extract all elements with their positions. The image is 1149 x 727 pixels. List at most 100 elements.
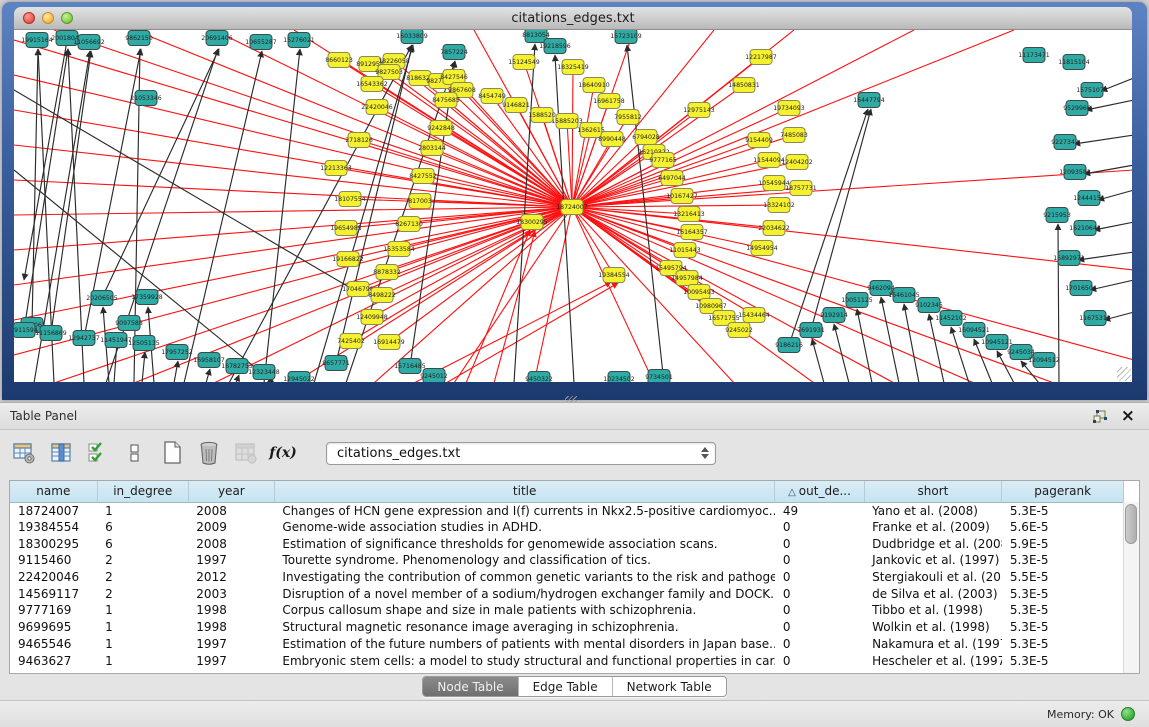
table-row[interactable]: 911546021997Tourette syndrome. Phenomeno… [10, 552, 1124, 569]
graph-edge[interactable] [524, 62, 572, 207]
table-settings-icon[interactable] [12, 441, 36, 465]
table-row[interactable]: 1830029562008Estimation of significance … [10, 535, 1124, 552]
graph-node[interactable]: 16447794 [853, 93, 885, 108]
column-header-year[interactable]: year [188, 481, 274, 502]
graph-edge[interactable] [236, 375, 239, 382]
graph-node[interactable]: 15723109 [610, 30, 642, 44]
graph-node[interactable]: 9102345 [915, 298, 943, 313]
memory-status-indicator[interactable] [1121, 707, 1135, 721]
graph-node[interactable]: 12093582 [1059, 165, 1091, 180]
table-row[interactable]: 946362711997Embryonic stem cells: a mode… [10, 652, 1124, 669]
graph-node[interactable]: 15353584 [383, 242, 415, 257]
graph-node[interactable]: 9242848 [427, 121, 455, 136]
tab-network-table[interactable]: Network Table [613, 677, 726, 696]
graph-node[interactable]: 11173471 [1018, 48, 1050, 63]
graph-node[interactable]: 16094521 [958, 323, 990, 338]
graph-node[interactable]: 12404202 [781, 155, 813, 170]
graph-node[interactable]: 14954954 [746, 241, 778, 256]
delete-table-icon[interactable] [197, 441, 221, 465]
graph-node[interactable]: 15434464 [738, 308, 770, 323]
graph-node[interactable]: 13216413 [673, 207, 705, 222]
table-selector-dropdown[interactable]: citations_edges.txt [326, 442, 716, 465]
graph-edge[interactable] [184, 51, 262, 382]
graph-node[interactable]: 9245012 [420, 369, 448, 383]
table-row[interactable]: 2242004622012Investigating the contribut… [10, 569, 1124, 586]
graph-node[interactable]: 14957984 [671, 271, 703, 286]
graph-edge[interactable] [446, 283, 618, 382]
graph-node[interactable]: 9734501 [645, 370, 673, 383]
graph-node[interactable]: 3911594 [14, 323, 38, 338]
tab-node-table[interactable]: Node Table [423, 677, 518, 696]
graph-node[interactable]: 18724007 [556, 200, 588, 215]
table-row[interactable]: 1938455462009Genome-wide association stu… [10, 519, 1124, 536]
graph-node[interactable]: 2718126 [345, 133, 373, 148]
graph-node[interactable]: 19734093 [773, 101, 805, 116]
graph-edge[interactable] [414, 282, 611, 382]
graph-edge[interactable] [51, 51, 91, 333]
graph-node[interactable]: 12323448 [248, 365, 280, 380]
graph-node[interactable]: 9215953 [1043, 208, 1071, 223]
column-header-pagerank[interactable]: pagerank [1002, 481, 1124, 502]
graph-node[interactable]: 817003 [408, 194, 432, 209]
graph-node[interactable]: 20206505 [86, 291, 118, 306]
graph-node[interactable]: 12975143 [683, 103, 715, 118]
graph-edge[interactable] [572, 30, 714, 207]
graph-node[interactable]: 9777165 [649, 153, 677, 168]
graph-node[interactable]: 8427552 [409, 169, 437, 184]
table-row[interactable]: 977716911998Corpus callosum shape and si… [10, 602, 1124, 619]
graph-node[interactable]: 16164357 [676, 225, 708, 240]
graph-node[interactable]: 9245022 [725, 323, 753, 338]
graph-edge[interactable] [14, 110, 572, 207]
graph-node[interactable]: 10234502 [603, 372, 635, 383]
graph-node[interactable]: 12213363 [320, 161, 352, 176]
graph-edge[interactable] [904, 304, 919, 382]
graph-node[interactable]: 8878332 [373, 265, 401, 280]
graph-edge[interactable] [229, 45, 412, 382]
graph-node[interactable]: 22034622 [758, 221, 790, 236]
graph-node[interactable]: 18300295 [516, 215, 548, 230]
float-panel-icon[interactable] [1093, 410, 1107, 423]
graph-node[interactable]: 14850831 [728, 78, 760, 93]
graph-node[interactable]: 8660123 [325, 53, 353, 68]
graph-node[interactable]: 12945022 [283, 372, 315, 383]
graph-edge[interactable] [14, 40, 572, 207]
graph-node[interactable]: 9529966 [1063, 101, 1091, 116]
graph-node[interactable]: 16914479 [373, 335, 405, 350]
column-header-short[interactable]: short [864, 481, 1002, 502]
graph-edge[interactable] [834, 324, 849, 382]
table-row[interactable]: 946554611997Estimation of the future num… [10, 636, 1124, 653]
graph-node[interactable]: 8475685 [432, 93, 460, 108]
graph-node[interactable]: 20691406 [201, 31, 233, 46]
function-builder-icon[interactable]: f(x) [271, 441, 295, 465]
graph-node[interactable]: 10051125 [841, 293, 873, 308]
graph-node[interactable]: 7485083 [780, 128, 808, 143]
graph-node[interactable]: 7691931 [797, 323, 825, 338]
graph-edge[interactable] [466, 230, 530, 382]
select-column-icon[interactable] [49, 441, 73, 465]
graph-node[interactable]: 8498222 [368, 288, 396, 303]
graph-node[interactable]: 9862150 [125, 31, 153, 46]
graph-node[interactable]: 13324102 [763, 198, 795, 213]
graph-node[interactable]: 9450322 [525, 372, 553, 383]
graph-node[interactable]: 11815104 [1058, 55, 1090, 70]
graph-edge[interactable] [555, 55, 574, 382]
graph-node[interactable]: 1588520 [528, 108, 556, 123]
graph-edge[interactable] [24, 30, 69, 280]
graph-node[interactable]: 18640910 [578, 78, 610, 93]
graph-node[interactable]: 12094512 [1028, 353, 1060, 368]
graph-node[interactable]: 15124549 [508, 55, 540, 70]
graph-edge[interactable] [174, 361, 178, 382]
graph-node[interactable]: 12505135 [128, 336, 160, 351]
graph-node[interactable]: 8990448 [598, 132, 626, 147]
graph-edge[interactable] [494, 231, 535, 382]
graph-node[interactable]: 16961758 [593, 94, 625, 109]
table-row[interactable]: 969969511998Structural magnetic resonanc… [10, 619, 1124, 636]
graph-node[interactable]: 15892971 [1053, 251, 1085, 266]
table-scrollbar[interactable] [1123, 502, 1139, 674]
table-scrollbar-thumb[interactable] [1125, 504, 1137, 544]
graph-node[interactable]: 17957252 [161, 345, 193, 360]
graph-node[interactable]: 8657771 [322, 356, 350, 371]
graph-edge[interactable] [534, 207, 572, 382]
graph-edge[interactable] [24, 49, 68, 330]
column-header-indegree[interactable]: in_degree [97, 481, 188, 502]
